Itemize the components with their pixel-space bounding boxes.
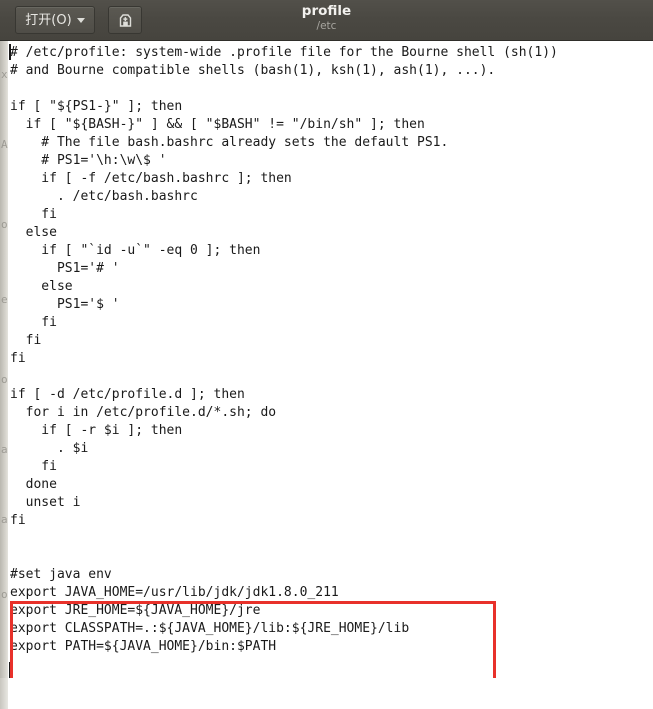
code-line: unset i — [10, 495, 81, 510]
window-header-bar: 打开(O) profile /etc — [0, 0, 653, 41]
code-line: if [ -r $i ]; then — [10, 423, 183, 438]
background-ghost-text: a — [1, 513, 8, 526]
code-line: for i in /etc/profile.d/*.sh; do — [10, 405, 277, 420]
code-line: fi — [10, 459, 57, 474]
code-line: export CLASSPATH=.:${JAVA_HOME}/lib:${JR… — [10, 621, 410, 636]
code-line: fi — [10, 513, 26, 528]
text-editor-area[interactable]: # /etc/profile: system-wide .profile fil… — [8, 41, 653, 678]
code-line: fi — [10, 333, 42, 348]
background-ghost-text: o — [1, 588, 8, 601]
code-line: if [ "${PS1-}" ]; then — [10, 99, 183, 114]
code-line: fi — [10, 351, 26, 366]
background-ghost-text: o — [1, 373, 8, 386]
code-line: # and Bourne compatible shells (bash(1),… — [10, 63, 496, 78]
code-line: if [ "${BASH-}" ] && [ "$BASH" != "/bin/… — [10, 117, 425, 132]
code-line: done — [10, 477, 57, 492]
background-ghost-text: a — [1, 443, 8, 456]
code-line: fi — [10, 207, 57, 222]
code-line: # /etc/profile: system-wide .profile fil… — [10, 45, 558, 60]
save-file-button[interactable] — [108, 6, 142, 34]
page-subtitle-path: /etc — [316, 20, 337, 32]
background-ghost-text: e — [1, 293, 8, 306]
code-line: # The file bash.bashrc already sets the … — [10, 135, 449, 150]
code-line: export PATH=${JAVA_HOME}/bin:$PATH — [10, 639, 277, 654]
code-line: . /etc/bash.bashrc — [10, 189, 198, 204]
open-file-button-label: 打开(O) — [25, 12, 72, 28]
save-floppy-icon — [117, 12, 134, 29]
code-line: export JRE_HOME=${JAVA_HOME}/jre — [10, 603, 261, 618]
open-file-button[interactable]: 打开(O) — [15, 6, 95, 34]
background-window-sliver-bottom — [0, 678, 8, 709]
text-caret — [9, 662, 11, 678]
code-line: # PS1='\h:\w\$ ' — [10, 153, 167, 168]
code-line: else — [10, 279, 73, 294]
page-title: profile — [301, 3, 352, 19]
code-line: . $i — [10, 441, 89, 456]
code-line: PS1='# ' — [10, 261, 120, 276]
code-line: else — [10, 225, 57, 240]
code-line: if [ "`id -u`" -eq 0 ]; then — [10, 243, 261, 258]
code-line: fi — [10, 315, 57, 330]
chevron-down-icon — [76, 17, 85, 23]
source-text-view[interactable]: # /etc/profile: system-wide .profile fil… — [8, 44, 653, 674]
window-title-block: profile /etc — [0, 3, 653, 33]
code-line: #set java env — [10, 567, 112, 582]
code-line: export JAVA_HOME=/usr/lib/jdk/jdk1.8.0_2… — [10, 585, 339, 600]
code-line: if [ -d /etc/profile.d ]; then — [10, 387, 245, 402]
code-line: PS1='$ ' — [10, 297, 120, 312]
text-caret-top — [9, 44, 11, 60]
code-line: if [ -f /etc/bash.bashrc ]; then — [10, 171, 292, 186]
